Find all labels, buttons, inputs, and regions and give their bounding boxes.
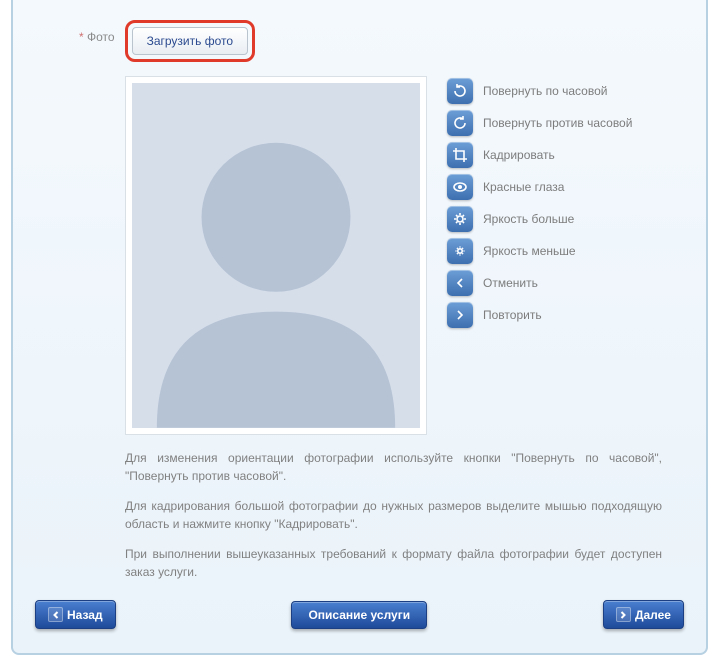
tool-label: Яркость больше <box>483 212 574 227</box>
redeye-icon <box>447 174 473 200</box>
crop-icon <box>447 142 473 168</box>
next-button-label: Далее <box>635 608 671 622</box>
instruction-text: Для кадрирования большой фотографии до н… <box>125 497 662 533</box>
brightness-down-button[interactable]: Яркость меньше <box>447 238 632 264</box>
crop-button[interactable]: Кадрировать <box>447 142 632 168</box>
brightness-down-icon <box>447 238 473 264</box>
tool-label: Кадрировать <box>483 148 555 163</box>
upload-button-highlight: Загрузить фото <box>125 20 255 62</box>
chevron-left-icon <box>48 607 63 622</box>
photo-editor-row: Повернуть по часовой Повернуть против ча… <box>125 76 682 435</box>
brightness-up-icon <box>447 206 473 232</box>
undo-button[interactable]: Отменить <box>447 270 632 296</box>
instructions-block: Для изменения ориентации фотографии испо… <box>125 449 662 581</box>
rotate-ccw-button[interactable]: Повернуть против часовой <box>447 110 632 136</box>
next-button[interactable]: Далее <box>603 600 684 629</box>
photo-field-label: Фото <box>79 20 115 44</box>
tool-label: Повернуть против часовой <box>483 116 632 131</box>
photo-tools-list: Повернуть по часовой Повернуть против ча… <box>447 76 632 435</box>
upload-row: Фото Загрузить фото <box>79 20 682 62</box>
photo-preview-box <box>125 76 427 435</box>
tool-label: Красные глаза <box>483 180 564 195</box>
redo-button[interactable]: Повторить <box>447 302 632 328</box>
redeye-button[interactable]: Красные глаза <box>447 174 632 200</box>
tool-label: Повернуть по часовой <box>483 84 607 99</box>
tool-label: Повторить <box>483 308 542 323</box>
nav-bar: Назад Описание услуги Далее <box>35 600 684 629</box>
redo-icon <box>447 302 473 328</box>
service-description-button[interactable]: Описание услуги <box>291 601 427 629</box>
avatar-placeholder <box>132 83 420 428</box>
form-panel: Фото Загрузить фото Повернуть по часовой <box>11 0 708 655</box>
rotate-cw-button[interactable]: Повернуть по часовой <box>447 78 632 104</box>
brightness-up-button[interactable]: Яркость больше <box>447 206 632 232</box>
back-button[interactable]: Назад <box>35 600 116 629</box>
back-button-label: Назад <box>67 608 103 622</box>
rotate-cw-icon <box>447 78 473 104</box>
service-description-label: Описание услуги <box>308 608 410 622</box>
chevron-right-icon <box>616 607 631 622</box>
undo-icon <box>447 270 473 296</box>
upload-photo-button[interactable]: Загрузить фото <box>132 27 248 55</box>
instruction-text: Для изменения ориентации фотографии испо… <box>125 449 662 485</box>
instruction-text: При выполнении вышеуказанных требований … <box>125 545 662 581</box>
tool-label: Яркость меньше <box>483 244 576 259</box>
rotate-ccw-icon <box>447 110 473 136</box>
tool-label: Отменить <box>483 276 538 291</box>
